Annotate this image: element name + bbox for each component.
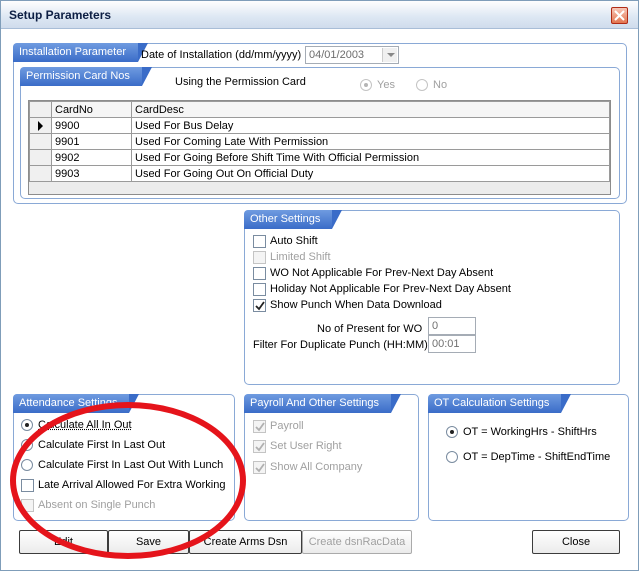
row-pointer-icon — [38, 121, 43, 131]
calc-all-in-out-radio[interactable] — [21, 419, 33, 431]
window-close-button[interactable] — [611, 7, 628, 24]
date-of-installation-combo[interactable]: 04/01/2003 — [305, 46, 399, 64]
ot-dep-time-radio[interactable] — [446, 451, 458, 463]
other-settings-group: Other Settings Auto Shift Limited Shift … — [244, 210, 620, 385]
duplicate-punch-value: 00:01 — [432, 338, 460, 350]
save-button[interactable]: Save — [108, 530, 189, 554]
chevron-down-icon[interactable] — [382, 48, 397, 62]
late-arrival-label: Late Arrival Allowed For Extra Working — [38, 479, 226, 491]
permission-card-group: Permission Card Nos Using the Permission… — [20, 67, 620, 199]
checkmark-icon — [255, 301, 265, 311]
wo-not-applicable-checkbox[interactable] — [253, 267, 266, 280]
ot-dep-time-label: OT = DepTime - ShiftEndTime — [463, 451, 611, 463]
permission-no-radio[interactable] — [416, 79, 428, 91]
ot-calculation-group: OT Calculation Settings OT = WorkingHrs … — [428, 394, 629, 521]
duplicate-punch-label: Filter For Duplicate Punch (HH:MM) — [253, 339, 428, 351]
wo-not-applicable-label: WO Not Applicable For Prev-Next Day Abse… — [270, 267, 494, 279]
show-punch-label: Show Punch When Data Download — [270, 299, 442, 311]
edit-button[interactable]: Edit — [19, 530, 108, 554]
window-title: Setup Parameters — [9, 8, 112, 22]
calc-first-last-lunch-label: Calculate First In Last Out With Lunch — [38, 459, 224, 471]
create-dsn-rac-data-button[interactable]: Create dsnRacData — [302, 530, 412, 554]
calc-first-last-lunch-radio[interactable] — [21, 459, 33, 471]
row-indicator[interactable] — [29, 149, 52, 166]
permission-yes-label: Yes — [377, 79, 395, 91]
row-indicator[interactable] — [29, 117, 52, 134]
ot-calculation-header: OT Calculation Settings — [428, 394, 572, 413]
installation-parameter-header: Installation Parameter — [13, 43, 148, 62]
using-permission-card-label: Using the Permission Card — [175, 76, 306, 88]
grid-header-row: CardNo CardDesc — [29, 101, 610, 118]
title-bar: Setup Parameters — [1, 1, 638, 29]
permission-no-label: No — [433, 79, 448, 91]
attendance-settings-header: Attendance Settings — [13, 394, 140, 413]
auto-shift-label: Auto Shift — [270, 235, 318, 247]
grid-corner — [29, 101, 52, 118]
calc-first-last-radio[interactable] — [21, 439, 33, 451]
auto-shift-checkbox[interactable] — [253, 235, 266, 248]
calc-first-last-label: Calculate First In Last Out — [38, 439, 166, 451]
present-for-wo-value: 0 — [432, 320, 439, 332]
permission-yes-radio[interactable] — [360, 79, 372, 91]
limited-shift-checkbox[interactable] — [253, 251, 266, 264]
cell-card-desc[interactable]: Used For Going Before Shift Time With Of… — [131, 149, 610, 166]
create-arms-dsn-button[interactable]: Create Arms Dsn — [189, 530, 302, 554]
ot-working-hrs-radio[interactable] — [446, 426, 458, 438]
absent-single-punch-checkbox[interactable] — [21, 499, 34, 512]
installation-parameter-group: Installation Parameter Date of Installat… — [13, 43, 627, 204]
ot-working-hrs-label: OT = WorkingHrs - ShiftHrs — [463, 426, 597, 438]
payroll-label: Payroll — [270, 420, 304, 432]
column-header-carddesc[interactable]: CardDesc — [131, 101, 610, 118]
checkmark-icon — [255, 463, 265, 473]
set-user-right-checkbox[interactable] — [253, 440, 266, 453]
permission-card-table: CardNo CardDesc 9900 Used For Bus Delay … — [29, 101, 610, 182]
absent-single-punch-label: Absent on Single Punch — [38, 499, 156, 511]
table-row[interactable]: 9902 Used For Going Before Shift Time Wi… — [29, 149, 610, 166]
holiday-not-applicable-label: Holiday Not Applicable For Prev-Next Day… — [270, 283, 511, 295]
cell-card-desc[interactable]: Used For Coming Late With Permission — [131, 133, 610, 150]
duplicate-punch-input[interactable]: 00:01 — [428, 335, 476, 353]
window-client: Installation Parameter Date of Installat… — [4, 30, 635, 568]
present-for-wo-input[interactable]: 0 — [428, 317, 476, 335]
payroll-settings-header: Payroll And Other Settings — [244, 394, 402, 413]
checkmark-icon — [255, 422, 265, 432]
date-of-installation-value: 04/01/2003 — [309, 49, 365, 61]
permission-card-grid[interactable]: CardNo CardDesc 9900 Used For Bus Delay … — [28, 100, 611, 195]
cell-card-no[interactable]: 9903 — [51, 165, 132, 182]
payroll-settings-group: Payroll And Other Settings Payroll Set U… — [244, 394, 419, 521]
column-header-cardno[interactable]: CardNo — [51, 101, 132, 118]
checkmark-icon — [255, 442, 265, 452]
setup-parameters-window: Setup Parameters Installation Parameter … — [0, 0, 639, 571]
cell-card-no[interactable]: 9902 — [51, 149, 132, 166]
show-all-company-label: Show All Company — [270, 461, 363, 473]
table-row[interactable]: 9903 Used For Going Out On Official Duty — [29, 165, 610, 182]
other-settings-header: Other Settings — [244, 210, 343, 229]
show-punch-checkbox[interactable] — [253, 299, 266, 312]
cell-card-no[interactable]: 9901 — [51, 133, 132, 150]
cell-card-no[interactable]: 9900 — [51, 117, 132, 134]
cell-card-desc[interactable]: Used For Bus Delay — [131, 117, 610, 134]
attendance-settings-group: Attendance Settings Calculate All In Out… — [13, 394, 235, 521]
show-all-company-checkbox[interactable] — [253, 461, 266, 474]
row-indicator[interactable] — [29, 133, 52, 150]
date-of-installation-label: Date of Installation (dd/mm/yyyy) — [141, 49, 302, 61]
row-indicator[interactable] — [29, 165, 52, 182]
close-button[interactable]: Close — [532, 530, 620, 554]
permission-card-header: Permission Card Nos — [20, 67, 152, 86]
cell-card-desc[interactable]: Used For Going Out On Official Duty — [131, 165, 610, 182]
calc-all-in-out-label: Calculate All In Out — [38, 419, 132, 431]
close-icon — [614, 10, 625, 21]
table-row[interactable]: 9900 Used For Bus Delay — [29, 117, 610, 134]
set-user-right-label: Set User Right — [270, 440, 342, 452]
late-arrival-checkbox[interactable] — [21, 479, 34, 492]
holiday-not-applicable-checkbox[interactable] — [253, 283, 266, 296]
limited-shift-label: Limited Shift — [270, 251, 331, 263]
table-row[interactable]: 9901 Used For Coming Late With Permissio… — [29, 133, 610, 150]
present-for-wo-label: No of Present for WO — [317, 323, 423, 335]
payroll-checkbox[interactable] — [253, 420, 266, 433]
